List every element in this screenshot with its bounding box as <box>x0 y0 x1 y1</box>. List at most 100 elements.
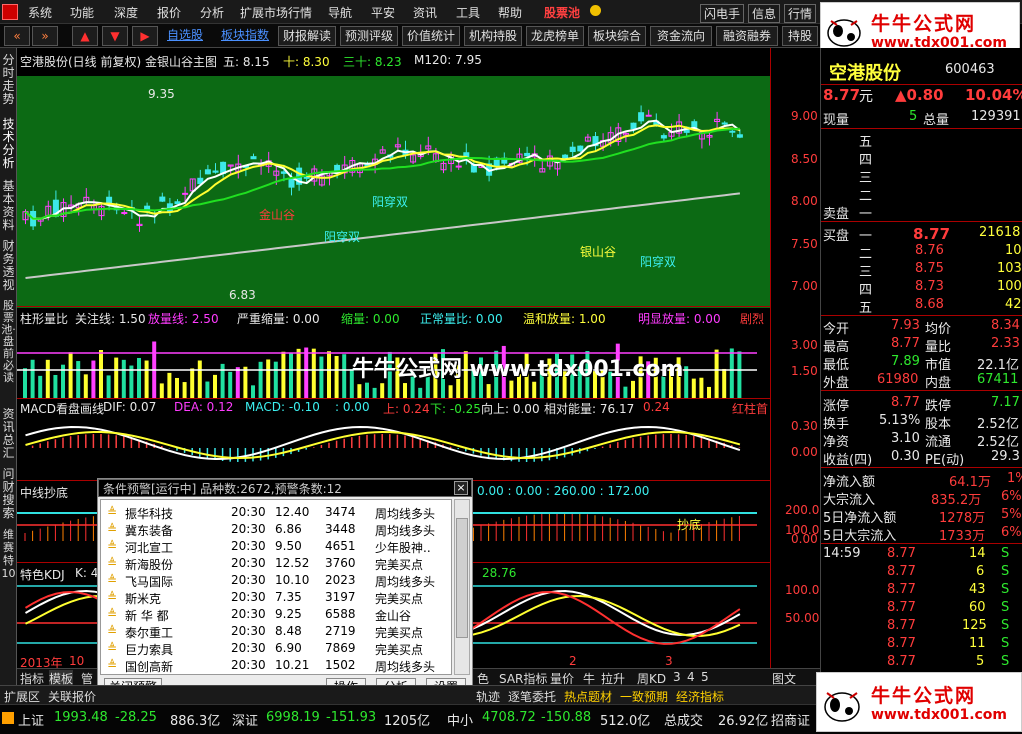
tb-holding-button[interactable]: 持股 <box>782 26 818 46</box>
market-button[interactable]: 行情 <box>784 4 817 23</box>
tick-s: S <box>1001 600 1010 615</box>
idx-sh-change: -28.25 <box>115 710 157 725</box>
vtab-timeshare[interactable]: 分时走势 <box>1 54 16 110</box>
up-arrow-icon[interactable]: ▲ <box>72 26 98 46</box>
tb-flow-button[interactable]: 资金流向 <box>650 26 712 46</box>
cur-vol-label: 现量 <box>823 113 850 128</box>
alert-cell: 20:30 <box>231 505 266 519</box>
quote-panel: 空港股份 600463 8.77 元 ▲0.80 10.04% 现量 5 总量 … <box>820 48 1022 685</box>
tb-dragon-button[interactable]: 龙虎榜单 <box>526 26 584 46</box>
btab-track[interactable]: 轨迹 <box>476 688 500 705</box>
alert-list[interactable]: ≜ 振华科技 20:30 12.40 3474 周均线多头 ≜ 冀东装备 20:30 6.86 34… <box>100 499 452 675</box>
idx-sh-name[interactable]: 上证 <box>18 710 44 729</box>
volume-bar <box>38 375 43 398</box>
candle <box>645 114 652 117</box>
stat-high: 8.77 <box>891 336 920 351</box>
btab-consensus[interactable]: 一致预期 <box>620 688 668 705</box>
idx-sme-name[interactable]: 中小 <box>447 710 473 729</box>
menu-quote[interactable]: 报价 <box>157 4 181 21</box>
tb-margin-button[interactable]: 融资融券 <box>716 26 778 46</box>
vtab-news[interactable]: 资讯总汇 <box>1 408 16 464</box>
btab-econ[interactable]: 经济指标 <box>676 688 724 705</box>
tick-v: 125 <box>962 618 987 633</box>
alert-cell: 斯米克 <box>125 592 162 606</box>
tick-p: 8.77 <box>887 582 916 597</box>
tick-list[interactable]: 14:59 8.77 14 S 8.77 6 S 8.77 43 S 8.77 60 S 8.77 125 S… <box>821 545 1022 673</box>
flash-trade-button[interactable]: 闪电手 <box>700 4 745 23</box>
ma30-label: 三十: 8.23 <box>343 55 402 69</box>
cow-icon <box>819 677 865 727</box>
high-price-label: 9.35 <box>148 87 175 101</box>
volume-bar <box>175 377 179 398</box>
volume-bar <box>205 381 210 398</box>
tb-sector-button[interactable]: 板块综合 <box>588 26 646 46</box>
tick-s: S <box>1001 654 1010 669</box>
menu-function[interactable]: 功能 <box>70 4 94 21</box>
vtab-stock-pool[interactable]: 股票池·盘前必读 <box>1 300 16 404</box>
alert-row-icon: ≜ <box>107 573 118 587</box>
down-arrow-icon[interactable]: ▼ <box>102 26 128 46</box>
alert-cell: 少年股神.. <box>375 541 431 555</box>
menu-analysis[interactable]: 分析 <box>200 4 224 21</box>
menu-navigate[interactable]: 导航 <box>328 4 352 21</box>
tb-institution-button[interactable]: 机构持股 <box>464 26 522 46</box>
scrollbar[interactable] <box>454 499 470 675</box>
sector-index-link[interactable]: 板块指数 <box>217 26 273 46</box>
info-button[interactable]: 信息 <box>748 4 781 23</box>
menu-pingan[interactable]: 平安 <box>371 4 395 21</box>
arrow-icon[interactable]: ▶ <box>132 26 158 46</box>
btab-extend[interactable]: 扩展区 <box>4 688 40 705</box>
vtab-finance[interactable]: 财务透视 <box>1 240 16 296</box>
tb-forecast-button[interactable]: 预测评级 <box>340 26 398 46</box>
condition-alert-dialog[interactable]: 条件预警[运行中] 品种数:2672,预警条数:12 × ≜ 振华科技 20:30 1… <box>97 478 473 697</box>
volume-bar <box>251 385 255 398</box>
tb-report-button[interactable]: 财报解读 <box>278 26 336 46</box>
menu-depth[interactable]: 深度 <box>114 4 138 21</box>
idx-sz-name[interactable]: 深证 <box>232 710 258 729</box>
alert-cell: 完美买点 <box>375 643 424 657</box>
menu-system[interactable]: 系统 <box>28 4 52 21</box>
buy-5-vol: 42 <box>1005 297 1022 312</box>
scrollbar-thumb[interactable] <box>456 518 468 638</box>
left-vertical-tabs: 分时走势 技术分析 基本资料 财务透视 股票池·盘前必读 资讯总汇 问财搜索 维… <box>0 48 17 685</box>
tick-row: 8.77 125 S <box>821 617 1022 635</box>
btab-hot[interactable]: 热点题材 <box>564 688 612 705</box>
kdj-extra: 28.76 <box>482 566 517 580</box>
back-icon[interactable]: « <box>4 26 30 46</box>
idx-sz-amount: 1205亿 <box>384 714 431 729</box>
alert-cell: 20:30 <box>231 556 266 570</box>
vtab-technical[interactable]: 技术分析 <box>1 118 16 174</box>
date-mar: 3 <box>665 654 673 668</box>
tick-p: 8.77 <box>887 636 916 651</box>
btab-related[interactable]: 关联报价 <box>48 688 96 705</box>
dialog-title[interactable]: 条件预警[运行中] 品种数:2672,预警条数:12 <box>98 479 472 497</box>
menu-stock-pool[interactable]: 股票池 <box>544 4 580 21</box>
volume-bar <box>243 366 248 398</box>
buy-5-price: 8.68 <box>915 297 944 312</box>
tab-5[interactable]: 5 <box>701 670 709 684</box>
alert-cell: 冀东装备 <box>125 524 174 538</box>
close-icon[interactable]: × <box>454 481 468 495</box>
menu-news[interactable]: 资讯 <box>413 4 437 21</box>
btab-order[interactable]: 逐笔委托 <box>508 688 556 705</box>
volume-bar <box>182 382 187 398</box>
vtab-basic-info[interactable]: 基本资料 <box>1 180 16 236</box>
tb-value-button[interactable]: 价值统计 <box>402 26 460 46</box>
vtab-search[interactable]: 问财搜索 <box>1 468 16 524</box>
forward-icon[interactable]: » <box>32 26 58 46</box>
price-tick-700: 7.00 <box>791 279 818 293</box>
menu-extended-market[interactable]: 扩展市场行情 <box>240 4 312 21</box>
idx-sme-change: -150.88 <box>541 710 592 725</box>
total-turnover: 26.92亿 <box>718 714 769 729</box>
alert-cell: 8.48 <box>275 624 302 638</box>
tab-3[interactable]: 3 <box>673 670 681 684</box>
menu-help[interactable]: 帮助 <box>498 4 522 21</box>
volume-bar <box>137 357 141 398</box>
watchlist-link[interactable]: 自选股 <box>160 26 210 46</box>
tab-4[interactable]: 4 <box>687 670 695 684</box>
tick-p: 8.77 <box>887 546 916 561</box>
menu-tools[interactable]: 工具 <box>456 4 480 21</box>
stat-outer: 61980 <box>877 372 919 387</box>
vtab-vst[interactable]: 维赛特10 <box>1 528 16 588</box>
vol-chart-title: 柱形量比 <box>20 312 69 326</box>
